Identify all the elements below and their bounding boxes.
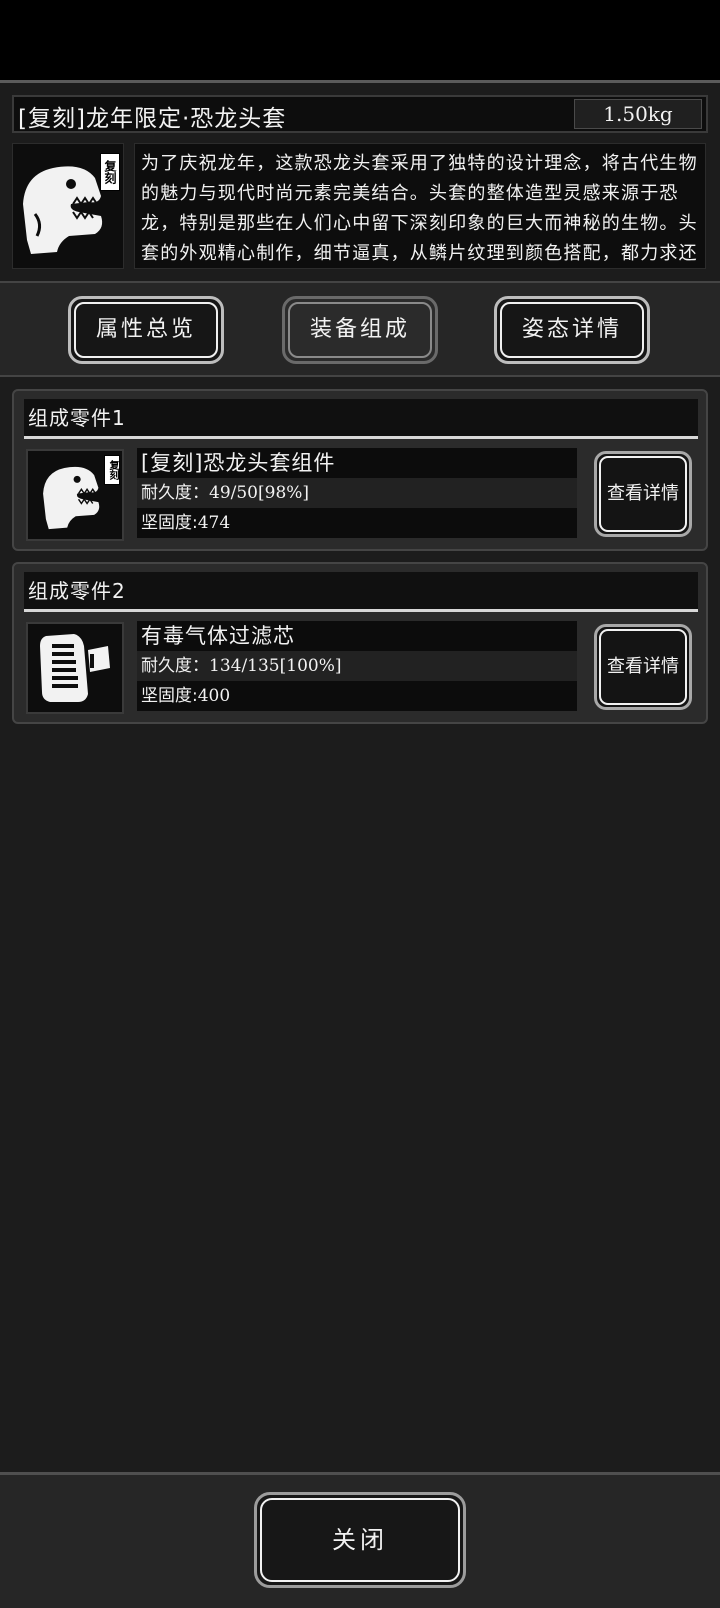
part-name: [复刻]恐龙头套组件	[137, 448, 577, 478]
hardness-label: 坚固度:	[141, 686, 198, 706]
tab-frame	[288, 302, 432, 358]
durability-row: 耐久度：49/50[98%]	[137, 478, 577, 508]
hardness-row: 坚固度:474	[137, 508, 577, 538]
hardness-value: 474	[197, 513, 231, 533]
durability-value: 134/135[100%]	[209, 656, 342, 676]
filter-cartridge-icon	[26, 622, 124, 714]
view-details-button[interactable]: 查看详情	[594, 451, 692, 537]
replica-tag: 复刻	[104, 455, 120, 485]
button-frame	[599, 629, 687, 705]
button-frame	[260, 1498, 460, 1582]
close-button[interactable]: 关闭	[254, 1492, 466, 1588]
tab-equipment-composition[interactable]: 装备组成	[282, 296, 438, 364]
dinosaur-head-icon: 复刻	[12, 143, 124, 269]
hardness-value: 400	[197, 686, 231, 706]
button-frame	[599, 456, 687, 532]
part-card-2: 组成零件2 有毒气体过滤芯 耐久度：134/135[100%] 坚固度:400 …	[12, 562, 708, 724]
item-description[interactable]: 为了庆祝龙年，这款恐龙头套采用了独特的设计理念，将古代生物的魅力与现代时尚元素完…	[134, 143, 706, 269]
item-weight: 1.50kg	[574, 99, 702, 129]
tab-frame	[74, 302, 218, 358]
part-section-title: 组成零件2	[24, 572, 698, 612]
durability-label: 耐久度：	[141, 656, 209, 676]
tab-frame	[500, 302, 644, 358]
tab-posture-details[interactable]: 姿态详情	[494, 296, 650, 364]
part-section-title: 组成零件1	[24, 399, 698, 439]
replica-tag: 复刻	[100, 153, 120, 191]
hardness-row: 坚固度:400	[137, 681, 577, 711]
part-info: [复刻]恐龙头套组件 耐久度：49/50[98%] 坚固度:474	[137, 448, 577, 538]
part-info: 有毒气体过滤芯 耐久度：134/135[100%] 坚固度:400	[137, 621, 577, 711]
hardness-label: 坚固度:	[141, 513, 198, 533]
durability-label: 耐久度：	[141, 483, 209, 503]
durability-row: 耐久度：134/135[100%]	[137, 651, 577, 681]
durability-value: 49/50[98%]	[209, 483, 310, 503]
dinosaur-head-icon: 复刻	[26, 449, 124, 541]
item-title-bar: [复刻]龙年限定·恐龙头套 1.50kg	[12, 95, 708, 133]
part-card-1: 组成零件1 复刻 [复刻]恐龙头套组件 耐久度：49/50[98%] 坚固度:4…	[12, 389, 708, 551]
part-name: 有毒气体过滤芯	[137, 621, 577, 651]
view-details-button[interactable]: 查看详情	[594, 624, 692, 710]
tab-attribute-overview[interactable]: 属性总览	[68, 296, 224, 364]
item-title: [复刻]龙年限定·恐龙头套	[18, 106, 287, 132]
